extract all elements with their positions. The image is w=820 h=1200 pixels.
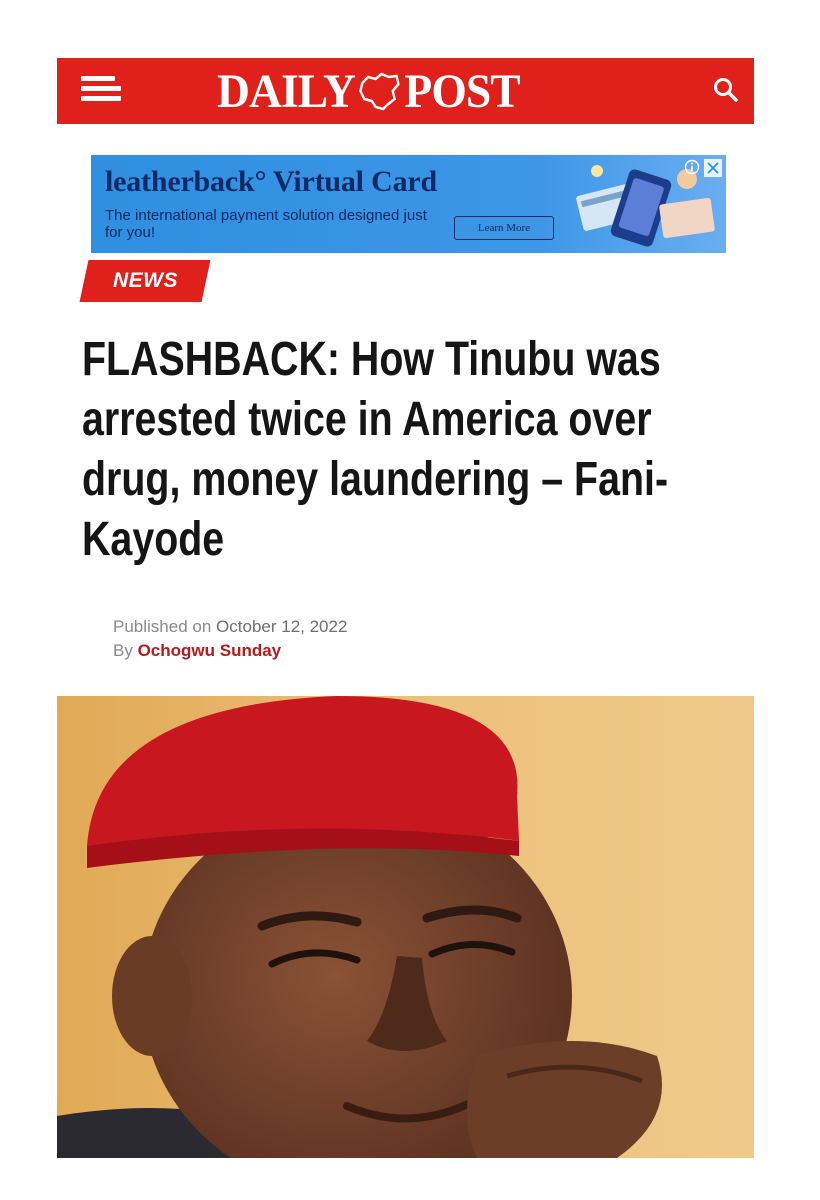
hamburger-menu-icon[interactable] <box>81 72 121 106</box>
by-prefix: By <box>113 641 133 660</box>
ad-illustration <box>576 165 715 247</box>
logo-text-post: POST <box>404 64 520 118</box>
published-line: Published on October 12, 2022 <box>113 615 347 639</box>
byline: By Ochogwu Sunday <box>113 639 347 663</box>
site-logo[interactable]: DAILY POST <box>217 58 521 124</box>
article-meta: Published on October 12, 2022 By Ochogwu… <box>113 615 347 663</box>
published-prefix: Published on <box>113 617 212 636</box>
category-label: NEWS <box>112 269 178 292</box>
ad-info-icon[interactable] <box>684 159 700 175</box>
featured-image <box>57 696 754 1158</box>
author-link[interactable]: Ochogwu Sunday <box>138 641 282 660</box>
site-header: DAILY POST <box>57 58 754 124</box>
ad-banner[interactable]: leatherback° Virtual Card The internatio… <box>91 155 726 253</box>
logo-text-daily: DAILY <box>217 64 356 118</box>
ad-text: The international payment solution desig… <box>105 207 427 241</box>
published-date: October 12, 2022 <box>216 617 348 636</box>
ad-title: leatherback° Virtual Card <box>105 165 437 198</box>
article-headline: FLASHBACK: How Tinubu was arrested twice… <box>82 333 669 566</box>
nigeria-map-icon <box>359 72 401 111</box>
search-icon[interactable] <box>712 76 740 104</box>
category-tag[interactable]: NEWS <box>79 260 211 302</box>
close-icon[interactable] <box>704 159 722 177</box>
portrait-illustration <box>57 696 754 1158</box>
learn-more-button[interactable]: Learn More <box>454 216 554 240</box>
